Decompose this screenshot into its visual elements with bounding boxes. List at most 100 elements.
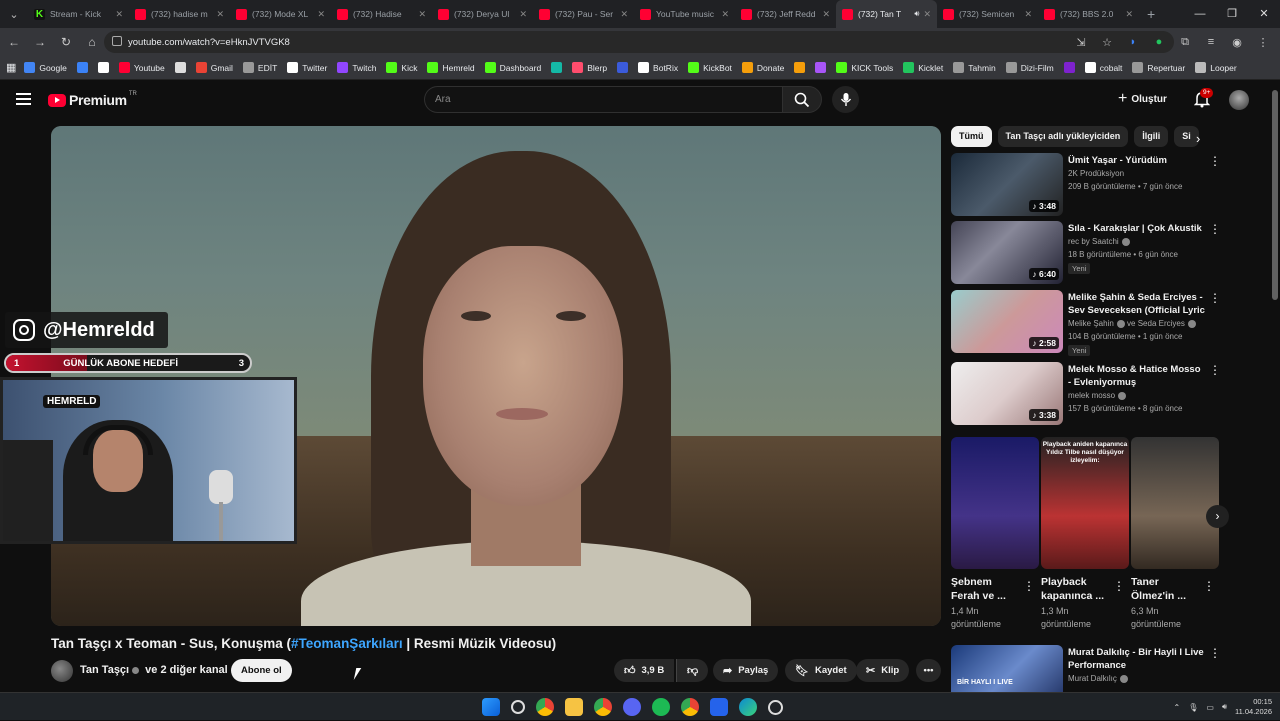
media-control-icon[interactable]: ≡ [1202,33,1220,51]
video-thumbnail[interactable]: BİR HAYLI I LIVE [951,645,1063,692]
close-tab-icon[interactable]: ✕ [923,9,931,20]
bookmark-item[interactable]: KickBot [688,62,732,73]
more-vertical-icon[interactable]: ⋮ [1203,579,1215,593]
bookmark-item[interactable]: Hemreld [427,62,475,73]
tab-search-icon[interactable]: ⌄ [0,0,28,28]
bookmark-item[interactable]: Kicklet [903,62,943,73]
bookmark-item[interactable]: Kick [386,62,417,73]
shorts-thumbnail[interactable]: Playback aniden kapanınca Yıldız Tilbe n… [1041,437,1129,569]
bookmark-item[interactable]: Looper [1195,62,1237,73]
bookmark-star-icon[interactable]: ☆ [1098,33,1116,51]
subscribe-button[interactable]: Abone ol [231,659,292,682]
bookmark-item[interactable] [617,62,632,73]
taskbar-clock[interactable]: 00:15 11.04.2026 [1235,697,1272,717]
menu-hamburger-icon[interactable] [16,93,31,108]
close-tab-icon[interactable]: ✕ [1125,9,1133,20]
bookmark-item[interactable] [97,62,113,73]
recommendation-title[interactable]: Melek Mosso & Hatice Mosso - Evleniyormu… [1068,363,1206,389]
recommendation-item[interactable]: ♪ 2:58 Melike Şahin & Seda Erciyes - Sev … [951,290,1221,356]
bookmark-item[interactable] [551,62,566,73]
reload-icon[interactable]: ↻ [54,35,78,49]
bookmark-item[interactable] [76,62,92,73]
recommendation-item[interactable]: ♪ 6:40 Sıla - Karakışlar | Çok Akustik rec… [951,221,1221,285]
bookmark-item[interactable]: Repertuar [1132,62,1185,73]
more-actions-button[interactable]: ••• [916,659,941,682]
browser-tab[interactable]: (732) Hadise ✕ [331,0,432,28]
store-app-icon[interactable] [710,698,728,716]
bookmark-item[interactable] [794,62,809,73]
recommendation-channel[interactable]: 2K Prodüksiyon [1068,169,1124,178]
video-thumbnail[interactable]: ♪ 6:40 [951,221,1063,284]
more-vertical-icon[interactable]: ⋮ [1113,579,1125,593]
recommendation-title[interactable]: Melike Şahin & Seda Erciyes - Sev Sevece… [1068,291,1206,317]
bookmark-item[interactable]: Dizi-Film [1005,62,1054,73]
url-field[interactable]: youtube.com/watch?v=eHknJVTVGK8 [104,31,1174,53]
filter-chip[interactable]: Tan Taşçı adlı yükleyiciden [997,126,1129,147]
youtube-premium-logo[interactable]: Premium TR [48,91,137,108]
bookmark-item[interactable] [174,62,190,73]
recommendation-item[interactable]: ♪ 3:38 Melek Mosso & Hatice Mosso - Evlen… [951,362,1221,426]
bookmark-item[interactable] [815,62,830,73]
recommendation-channel[interactable]: Murat Dalkılıç [1068,674,1128,683]
save-button[interactable]: 🔖︎ Kaydet [785,659,857,682]
more-vertical-icon[interactable]: ⋮ [1209,364,1221,376]
shorts-title[interactable]: Şebnem Ferah ve ... [951,575,1021,603]
browser-tab[interactable]: (732) hadise m ✕ [129,0,230,28]
close-tab-icon[interactable]: ✕ [1024,9,1032,20]
extension-icon[interactable]: ◗ [1124,33,1142,51]
forward-icon[interactable]: → [28,35,52,49]
bookmark-item[interactable]: Twitch [337,62,376,73]
extensions-puzzle-icon[interactable]: ⧉ [1176,33,1194,51]
tab-audio-icon[interactable]: 🔊︎ [914,9,919,19]
close-tab-icon[interactable]: ✕ [721,9,729,20]
bookmark-item[interactable]: Donate [741,62,784,73]
close-tab-icon[interactable]: ✕ [418,9,426,20]
more-vertical-icon[interactable]: ⋮ [1209,292,1221,304]
create-button[interactable]: + Oluştur [1118,88,1167,110]
recommendation-item[interactable]: ♪ 3:48 Ümit Yaşar - Yürüdüm 2K Prodüksiyon… [951,153,1221,217]
shorts-thumbnail[interactable] [1131,437,1219,569]
install-icon[interactable]: ⇲ [1072,33,1090,51]
profile-icon[interactable]: ◉ [1228,33,1246,51]
clip-button[interactable]: ✂ Klip [856,659,910,682]
more-vertical-icon[interactable]: ⋮ [1209,155,1221,167]
filter-chip[interactable]: İlgili [1134,126,1169,147]
browser-tab[interactable]: (732) Semicen ✕ [937,0,1038,28]
recommendation-channel[interactable]: melek mosso [1068,391,1127,400]
video-thumbnail[interactable]: ♪ 3:48 [951,153,1063,216]
browser-tab[interactable]: (732) Derya Ul ✕ [432,0,533,28]
shorts-title[interactable]: Playback kapanınca ... [1041,575,1111,603]
file-explorer-icon[interactable] [565,698,583,716]
dislike-button[interactable]: 👎︎ [676,659,709,682]
close-tab-icon[interactable]: ✕ [216,9,224,20]
recommendation-item[interactable]: BİR HAYLI I LIVE Murat Dalkılıç - Bir Ha… [951,645,1219,692]
more-vertical-icon[interactable]: ⋮ [1209,647,1219,659]
network-icon[interactable]: ▭ [1206,703,1214,712]
search-button[interactable] [782,86,822,113]
close-tab-icon[interactable]: ✕ [519,9,527,20]
recommendation-channel[interactable]: Melike Şahin ve Seda Erciyes [1068,319,1196,328]
spotify-icon[interactable] [652,698,670,716]
channel-avatar[interactable] [51,660,73,682]
video-title-hashtag[interactable]: #TeomanŞarkıları [291,636,403,651]
close-tab-icon[interactable]: ✕ [317,9,325,20]
browser-tab[interactable]: (732) Mode XL ✕ [230,0,331,28]
browser-menu-icon[interactable]: ⋮ [1254,33,1272,51]
voice-search-button[interactable] [832,86,859,113]
site-info-icon[interactable] [112,36,122,46]
browser-tab[interactable]: K Stream - Kick ✕ [28,0,129,28]
volume-icon[interactable]: 🔊︎ [1222,702,1227,712]
close-tab-icon[interactable]: ✕ [822,9,830,20]
edge-icon[interactable] [739,698,757,716]
notifications-button[interactable]: 9+ [1193,88,1214,113]
bookmark-item[interactable]: Tahmin [953,62,996,73]
bookmark-item[interactable]: Gmail [195,62,233,73]
obs-icon[interactable] [768,699,783,715]
close-window-icon[interactable]: ✕ [1248,0,1280,28]
maximize-icon[interactable]: ❐ [1216,0,1248,28]
close-tab-icon[interactable]: ✕ [115,9,123,20]
video-player[interactable] [51,126,941,626]
new-tab-icon[interactable]: + [1147,6,1155,22]
bookmark-item[interactable]: Blerp [572,62,607,73]
channel-name[interactable]: Tan Taşçı ve 2 diğer kanal [80,664,228,676]
